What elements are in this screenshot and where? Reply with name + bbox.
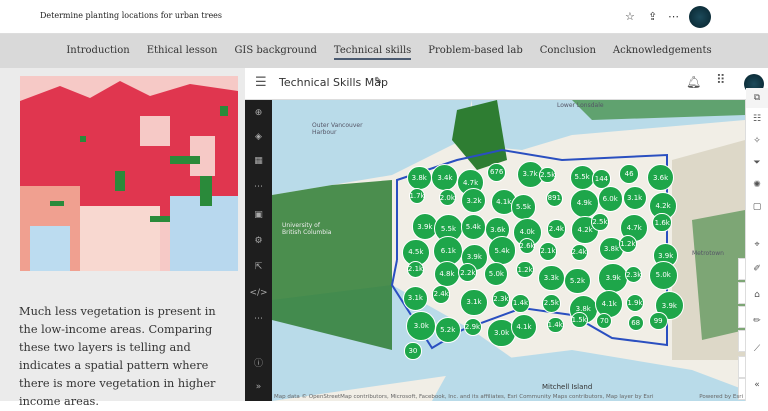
- menu-icon[interactable]: ☰: [255, 75, 267, 90]
- map-view[interactable]: Lower Lonsdale Outer Vancouver Harbour M…: [272, 100, 745, 401]
- cluster-marker[interactable]: 3.0k: [406, 310, 437, 341]
- cluster-marker[interactable]: 2.1k: [406, 260, 425, 278]
- cluster-marker[interactable]: 5.0k: [648, 260, 678, 291]
- cluster-marker[interactable]: 2.4k: [546, 219, 567, 239]
- cluster-marker[interactable]: 3.8k: [406, 165, 432, 191]
- cluster-marker[interactable]: 2.3k: [492, 290, 510, 308]
- cluster-marker[interactable]: 3.3k: [538, 264, 565, 292]
- cluster-marker[interactable]: 5.4k: [460, 214, 487, 240]
- cluster-marker[interactable]: 2.4k: [570, 243, 588, 261]
- nav-conclusion[interactable]: Conclusion: [540, 34, 596, 68]
- edit-icon[interactable]: ✎: [374, 76, 382, 87]
- more-icon-2[interactable]: ⋯: [245, 314, 272, 324]
- income-map-image: [20, 76, 238, 271]
- edit-icon[interactable]: ✏: [746, 316, 768, 326]
- cluster-marker[interactable]: 5.0k: [484, 261, 509, 286]
- more-icon[interactable]: ⋯: [668, 10, 679, 23]
- nav-technical-skills[interactable]: Technical skills: [333, 34, 412, 68]
- side-panel: Much less vegetation is present in the l…: [0, 68, 245, 408]
- left-toolbar: ⊕ ◈ ▦ ⋯ ▣ ⚙ ⇱ </> ⋯ ⓘ »: [245, 100, 272, 401]
- basemap-button[interactable]: ▤: [738, 282, 745, 304]
- story-title: Determine planting locations for urban t…: [40, 11, 223, 20]
- app-header: ☰ Technical Skills Map ✎ 🔔︎ ⠿: [245, 68, 768, 100]
- save-icon[interactable]: ▣: [245, 210, 272, 220]
- locate-icon[interactable]: ⌂: [746, 290, 768, 300]
- story-paragraph: Much less vegetation is present in the l…: [19, 305, 216, 408]
- sketch-icon[interactable]: ✐: [746, 264, 768, 274]
- cluster-marker[interactable]: 891: [545, 189, 563, 207]
- style-icon[interactable]: ✧: [746, 136, 768, 146]
- zoom-in-button[interactable]: +: [738, 356, 745, 378]
- cluster-marker[interactable]: 2.5k: [541, 294, 561, 313]
- info-icon[interactable]: ⓘ: [245, 356, 272, 369]
- nav-ethical-lesson[interactable]: Ethical lesson: [147, 34, 218, 68]
- open-external-icon[interactable]: ⧉: [746, 88, 768, 108]
- add-icon[interactable]: ⊕: [245, 108, 272, 118]
- label-lower-lonsdale: Lower Lonsdale: [557, 102, 604, 109]
- compass-icon[interactable]: ⌖: [746, 240, 768, 250]
- story-nav: Introduction Ethical lesson GIS backgrou…: [0, 34, 768, 68]
- cluster-marker[interactable]: 5.5k: [510, 194, 537, 220]
- properties-icon[interactable]: ☷: [746, 114, 768, 124]
- expand-icon[interactable]: »: [245, 382, 272, 392]
- cluster-marker[interactable]: 5.5k: [569, 164, 595, 190]
- cluster-marker[interactable]: 3.1k: [402, 285, 428, 311]
- more-icon[interactable]: ⋯: [245, 182, 272, 192]
- story-header: Determine planting locations for urban t…: [0, 0, 768, 34]
- star-icon[interactable]: ☆: [625, 10, 635, 23]
- cluster-marker[interactable]: 2.9k: [463, 317, 482, 336]
- cluster-marker[interactable]: 2.5k: [591, 213, 609, 231]
- cluster-marker[interactable]: 1.2k: [516, 260, 534, 279]
- cluster-marker[interactable]: 30: [404, 342, 422, 360]
- cluster-marker[interactable]: 1.4k: [546, 316, 564, 334]
- cluster-marker[interactable]: 99: [648, 311, 668, 331]
- fullscreen-button[interactable]: ▭: [738, 306, 745, 328]
- nav-introduction[interactable]: Introduction: [66, 34, 129, 68]
- measure-icon[interactable]: ⟋: [746, 344, 768, 354]
- avatar[interactable]: [689, 6, 711, 28]
- layers-icon[interactable]: ◈: [245, 132, 272, 142]
- cluster-marker[interactable]: 3.1k: [460, 288, 488, 316]
- cluster-marker[interactable]: 2.4k: [432, 285, 451, 304]
- nav-problem-based-lab[interactable]: Problem-based lab: [428, 34, 522, 68]
- share-icon[interactable]: ⇱: [245, 262, 272, 272]
- collapse-icon[interactable]: «: [746, 380, 768, 390]
- bell-icon[interactable]: 🔔︎: [686, 75, 701, 89]
- map-attribution: Map data © OpenStreetMap contributors, M…: [274, 394, 654, 400]
- label-mitchell-island: Mitchell Island: [542, 383, 593, 391]
- powered-by[interactable]: Powered by Esri: [699, 394, 743, 400]
- nav-gis-background[interactable]: GIS background: [234, 34, 316, 68]
- table-icon[interactable]: ▦: [245, 156, 272, 166]
- cluster-marker[interactable]: 6.0k: [597, 186, 623, 212]
- right-toolbar: ⧉ ☷ ✧ ⏷ ✺ ▢ ⌖ ✐ ⌂ ✏ ⟋ «: [745, 88, 768, 401]
- filter-icon[interactable]: ⏷: [746, 158, 768, 168]
- effects-icon[interactable]: ✺: [746, 180, 768, 190]
- cluster-marker[interactable]: 1.5k: [570, 311, 588, 329]
- search-button[interactable]: ⌕: [738, 258, 745, 280]
- map-app: ☰ Technical Skills Map ✎ 🔔︎ ⠿ ⊕ ◈ ▦ ⋯ ▣ …: [245, 68, 768, 401]
- pop-ups-icon[interactable]: ▢: [746, 202, 768, 212]
- share-icon[interactable]: ⇪: [648, 10, 657, 23]
- map-title: Technical Skills Map: [279, 76, 388, 89]
- label-harbour: Outer Vancouver Harbour: [312, 122, 363, 136]
- cluster-marker[interactable]: 1.4k: [511, 293, 530, 313]
- cluster-marker[interactable]: 2.6k: [518, 237, 536, 254]
- cluster-marker[interactable]: 5.2k: [564, 267, 591, 295]
- settings-icon[interactable]: ⚙: [245, 236, 272, 246]
- cluster-marker[interactable]: 4.8k: [433, 260, 460, 287]
- home-button[interactable]: ⌂: [738, 330, 745, 352]
- nav-acknowledgements[interactable]: Acknowledgements: [613, 34, 712, 68]
- label-ubc: University of British Columbia: [282, 222, 332, 236]
- cluster-marker[interactable]: 2.1k: [538, 242, 558, 261]
- cluster-marker[interactable]: 68: [627, 315, 644, 332]
- cluster-marker[interactable]: 5.2k: [434, 316, 461, 343]
- cluster-marker[interactable]: 3.9k: [598, 263, 628, 293]
- apps-grid-icon[interactable]: ⠿: [716, 73, 725, 88]
- label-metrotown: Metrotown: [692, 250, 724, 257]
- embed-icon[interactable]: </>: [245, 288, 272, 298]
- cluster-marker[interactable]: 3.1k: [622, 185, 647, 211]
